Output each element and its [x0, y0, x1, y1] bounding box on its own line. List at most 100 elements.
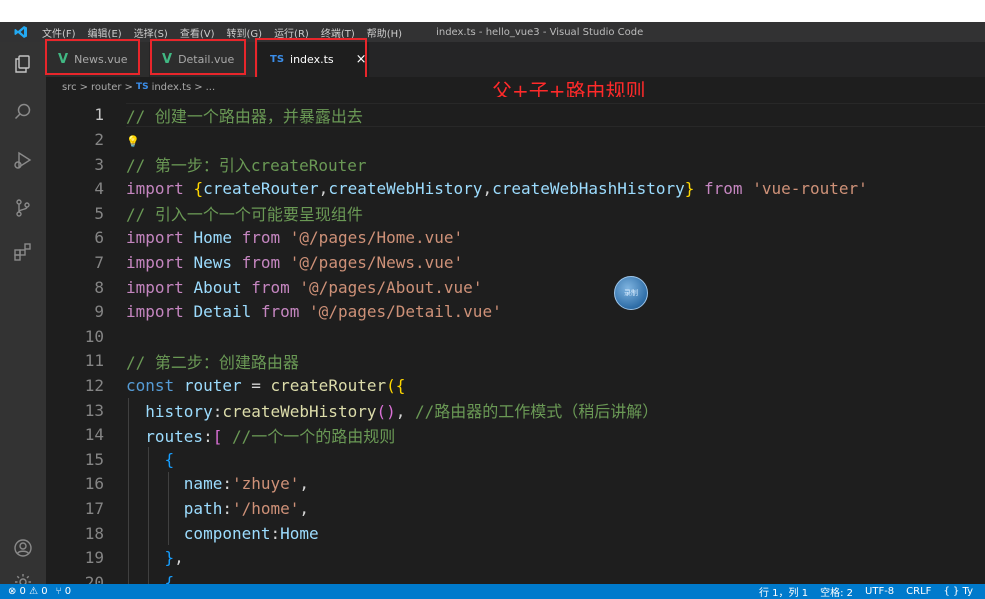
code-token: // 第一步：引入createRouter: [126, 156, 367, 176]
menu-file[interactable]: 文件(F): [36, 25, 82, 40]
code-text: import About from '@/pages/About.vue': [126, 278, 482, 297]
code-token: from: [241, 228, 281, 248]
code-line[interactable]: 17 path:'/home',: [46, 496, 985, 521]
code-line[interactable]: 5 // 引入一个一个可能要呈现组件: [46, 201, 985, 226]
language-mode[interactable]: { } Ty: [943, 586, 973, 597]
line-number: 7: [94, 253, 104, 273]
line-number: 13: [84, 400, 104, 420]
code-token: ,: [299, 474, 310, 494]
line-number: 3: [94, 154, 104, 174]
menu-go[interactable]: 转到(G): [221, 25, 269, 40]
code-line[interactable]: 8 import About from '@/pages/About.vue': [46, 275, 985, 300]
code-text: {: [126, 573, 175, 584]
line-ending[interactable]: CRLF: [906, 586, 931, 597]
code-line[interactable]: 10: [46, 324, 985, 349]
menu-selection[interactable]: 选择(S): [128, 25, 174, 40]
code-line[interactable]: 13 history:createWebHistory(), //路由器的工作模…: [46, 398, 985, 423]
breadcrumb-item[interactable]: src: [62, 82, 77, 93]
code-line[interactable]: 2 💡: [46, 127, 985, 152]
code-line[interactable]: 11 // 第二步：创建路由器: [46, 349, 985, 374]
code-text: component:Home: [126, 524, 319, 543]
indentation[interactable]: 空格: 2: [820, 584, 853, 599]
code-token: from: [260, 302, 300, 322]
line-number: 9: [94, 302, 104, 322]
code-token: ({: [386, 376, 406, 396]
code-editor[interactable]: 1// 创建一个路由器，并暴露出去 2 💡 3 // 第一步：引入createRoute…: [46, 97, 985, 584]
code-line[interactable]: 9 import Detail from '@/pages/Detail.vue': [46, 300, 985, 325]
menu-view[interactable]: 查看(V): [174, 25, 221, 40]
code-text: 💡: [126, 130, 140, 149]
code-token: path: [183, 499, 223, 519]
code-token: {: [164, 449, 175, 469]
code-line[interactable]: 6 import Home from '@/pages/Home.vue': [46, 226, 985, 251]
code-line[interactable]: 15 {: [46, 447, 985, 472]
tab-label: index.ts: [290, 53, 334, 66]
run-debug-icon[interactable]: [11, 148, 35, 172]
code-line[interactable]: 14 routes:[ //一个一个的路由规则: [46, 423, 985, 448]
code-token: ,: [299, 499, 310, 519]
breadcrumb-item[interactable]: index.ts: [152, 82, 192, 93]
code-line[interactable]: 19 },: [46, 546, 985, 571]
code-token: :: [270, 523, 281, 543]
menu-terminal[interactable]: 终端(T): [315, 25, 361, 40]
code-line[interactable]: 12 const router = createRouter({: [46, 373, 985, 398]
extensions-icon[interactable]: [11, 240, 35, 264]
breadcrumb-item[interactable]: router: [91, 82, 122, 93]
line-number: 6: [94, 228, 104, 248]
code-line[interactable]: 4 import {createRouter,createWebHistory,c…: [46, 177, 985, 202]
code-token: routes: [145, 426, 204, 446]
window-title: index.ts - hello_vue3 - Visual Studio Co…: [436, 26, 644, 38]
editor-tabs: V News.vue V Detail.vue TS index.ts ×: [46, 42, 985, 77]
menu-edit[interactable]: 编辑(E): [82, 25, 128, 40]
status-bar: ⊗ 0 ⚠ 0 ⑂ 0 行 1，列 1 空格: 2 UTF-8 CRLF { }…: [0, 584, 985, 599]
source-control-icon[interactable]: [11, 196, 35, 220]
line-number: 15: [84, 449, 104, 469]
code-line[interactable]: 1 // 创建一个路由器，并暴露出去: [46, 103, 985, 128]
breadcrumb-item[interactable]: ...: [206, 82, 216, 93]
code-token: Home: [193, 228, 232, 248]
lightbulb-icon[interactable]: 💡: [126, 135, 140, 148]
code-token: Home: [280, 523, 319, 543]
encoding[interactable]: UTF-8: [865, 586, 894, 597]
ports-indicator[interactable]: ⑂ 0: [56, 586, 72, 597]
menu-help[interactable]: 帮助(H): [361, 25, 408, 40]
code-token: :: [212, 402, 223, 422]
code-token: :: [203, 426, 213, 446]
tab-detail-vue[interactable]: V Detail.vue: [150, 42, 258, 77]
tab-index-ts[interactable]: TS index.ts ×: [258, 42, 370, 77]
code-line[interactable]: 20 {: [46, 570, 985, 584]
search-icon[interactable]: [11, 100, 35, 124]
code-line[interactable]: 18 component:Home: [46, 521, 985, 546]
code-line[interactable]: 3 // 第一步：引入createRouter: [46, 152, 985, 177]
account-icon[interactable]: [11, 536, 35, 560]
code-token: component: [183, 523, 271, 543]
line-number: 5: [94, 203, 104, 223]
activity-bar: [0, 42, 46, 590]
line-number: 17: [84, 499, 104, 519]
code-text: routes:[ //一个一个的路由规则: [126, 423, 395, 447]
cursor-position[interactable]: 行 1，列 1: [759, 584, 808, 599]
code-line[interactable]: 7 import News from '@/pages/News.vue': [46, 250, 985, 275]
code-text: path:'/home',: [126, 499, 309, 518]
menu-run[interactable]: 运行(R): [268, 25, 315, 40]
code-token: createWebHashHistory: [492, 179, 685, 199]
close-icon[interactable]: ×: [356, 52, 367, 67]
code-token: createWebHistory: [328, 179, 483, 199]
code-text: {: [126, 449, 175, 469]
code-token: '@/pages/News.vue': [289, 253, 464, 273]
explorer-icon[interactable]: [11, 52, 35, 76]
code-line[interactable]: 16 name:'zhuye',: [46, 472, 985, 497]
code-token: =: [241, 376, 271, 396]
code-token: router: [183, 376, 242, 396]
tab-news-vue[interactable]: V News.vue: [46, 42, 150, 77]
problems-indicator[interactable]: ⊗ 0 ⚠ 0: [8, 586, 48, 597]
code-token: [: [212, 426, 223, 446]
code-token: import: [126, 228, 184, 248]
